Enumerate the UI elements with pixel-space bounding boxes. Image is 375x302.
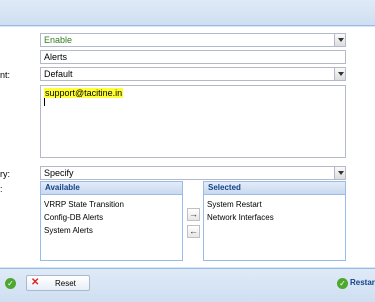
events-label: : bbox=[0, 184, 3, 194]
available-list[interactable]: Available VRRP State Transition Config-D… bbox=[40, 181, 183, 261]
email-textarea[interactable]: support@tacitine.in bbox=[40, 85, 346, 158]
available-item[interactable]: Config-DB Alerts bbox=[41, 211, 182, 224]
chevron-down-icon[interactable] bbox=[334, 166, 346, 180]
name-input[interactable]: Alerts bbox=[40, 50, 346, 64]
available-item[interactable]: VRRP State Transition bbox=[41, 198, 182, 211]
form-panel: Enable Alerts nt: Default support@taciti… bbox=[0, 27, 375, 267]
arrow-left-icon: ← bbox=[189, 226, 198, 236]
recipient-select[interactable]: Default bbox=[40, 67, 346, 81]
selected-item[interactable]: System Restart bbox=[204, 198, 345, 211]
recipient-label: nt: bbox=[0, 70, 11, 80]
name-input-value: Alerts bbox=[44, 52, 68, 62]
arrow-right-icon: → bbox=[189, 209, 198, 219]
restart-button[interactable]: Restar bbox=[350, 278, 375, 287]
reset-x-icon: ✕ bbox=[31, 277, 40, 288]
move-left-button[interactable]: ← bbox=[187, 225, 200, 238]
reset-label: Reset bbox=[55, 279, 76, 288]
selected-list[interactable]: Selected System Restart Network Interfac… bbox=[203, 181, 346, 261]
move-right-button[interactable]: → bbox=[187, 208, 200, 221]
delivery-select[interactable]: Specify bbox=[40, 166, 346, 180]
check-circle-icon[interactable]: ✓ bbox=[337, 278, 348, 289]
recipient-select-value: Default bbox=[44, 69, 73, 79]
text-caret bbox=[44, 98, 45, 106]
status-select-value: Enable bbox=[44, 35, 73, 45]
status-select[interactable]: Enable bbox=[40, 33, 346, 47]
delivery-select-value: Specify bbox=[44, 168, 74, 178]
top-toolbar bbox=[0, 0, 375, 26]
bottom-toolbar: ✓ ✕ Reset ✓ Restar bbox=[0, 268, 375, 302]
check-circle-icon[interactable]: ✓ bbox=[5, 278, 16, 289]
chevron-down-icon[interactable] bbox=[334, 67, 346, 81]
reset-button[interactable]: ✕ Reset bbox=[26, 275, 90, 291]
selected-item[interactable]: Network Interfaces bbox=[204, 211, 345, 224]
available-item[interactable]: System Alerts bbox=[41, 224, 182, 237]
email-text: support@tacitine.in bbox=[44, 88, 124, 98]
chevron-down-icon[interactable] bbox=[334, 33, 346, 47]
selected-header: Selected bbox=[204, 182, 345, 195]
delivery-label: ry: bbox=[0, 169, 10, 179]
available-header: Available bbox=[41, 182, 182, 195]
